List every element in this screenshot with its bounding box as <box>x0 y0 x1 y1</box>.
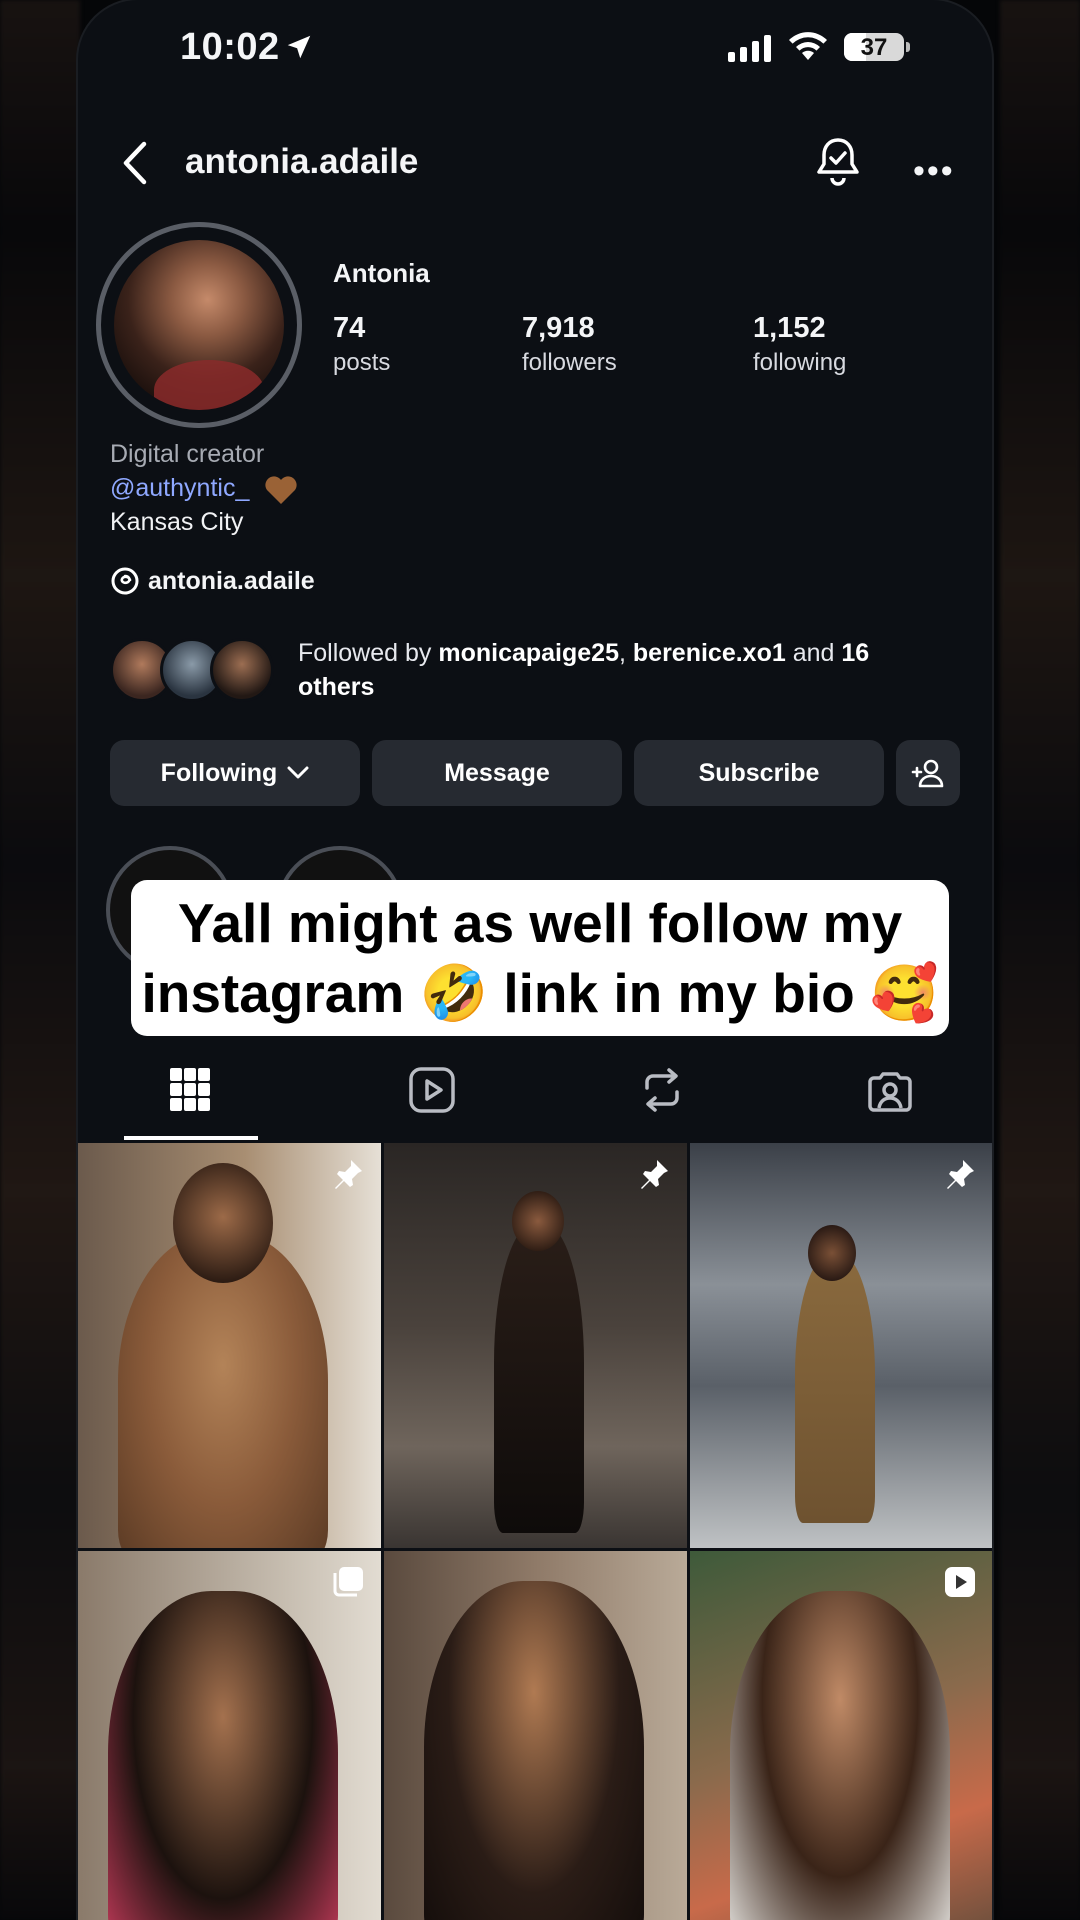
battery-tip <box>906 42 910 52</box>
bio-mention-link[interactable]: @authyntic_ <box>110 474 249 503</box>
threads-icon <box>111 567 139 595</box>
followed-and: and <box>785 639 842 667</box>
profile-tabs <box>78 1050 992 1142</box>
tab-reposts[interactable] <box>596 1066 728 1126</box>
wifi-icon <box>789 32 827 60</box>
add-person-button[interactable] <box>896 740 960 806</box>
stat-value: 74 <box>333 312 366 344</box>
back-icon[interactable] <box>116 140 156 186</box>
tab-posts-grid[interactable] <box>124 1066 256 1126</box>
grid-post[interactable] <box>690 1143 992 1548</box>
battery-indicator: 37 <box>844 33 904 61</box>
stat-label: posts <box>333 349 391 376</box>
profile-header: antonia.adaile ••• <box>78 130 992 196</box>
avatar <box>114 240 284 410</box>
followed-count: 16 <box>841 639 870 667</box>
followed-by-text: Followed by monicapaige25, berenice.xo1 … <box>298 636 938 704</box>
tab-reels[interactable] <box>366 1066 498 1126</box>
stat-value: 7,918 <box>522 312 595 344</box>
reel-play-icon <box>409 1067 455 1113</box>
subscribe-button[interactable]: Subscribe <box>634 740 884 806</box>
carousel-icon <box>333 1567 363 1597</box>
bio-category: Digital creator <box>110 440 265 468</box>
grid-post[interactable] <box>78 1143 381 1548</box>
stat-following[interactable]: 1,152 following <box>753 312 846 377</box>
repost-icon <box>645 1068 679 1112</box>
video-caption-overlay: Yall might as well follow my instagram 🤣… <box>131 880 949 1036</box>
display-name: Antonia <box>333 258 430 288</box>
followed-by-row[interactable]: Followed by monicapaige25, berenice.xo1 … <box>110 636 960 706</box>
reel-icon <box>945 1567 975 1597</box>
background-blur-right <box>1000 0 1080 1920</box>
status-time: 10:02 <box>180 26 280 68</box>
followed-user-1[interactable]: monicapaige25 <box>438 639 619 667</box>
stat-followers[interactable]: 7,918 followers <box>522 312 617 377</box>
grid-post[interactable] <box>384 1551 687 1920</box>
chevron-down-icon <box>287 766 309 779</box>
message-label: Message <box>444 758 550 787</box>
profile-avatar-ring[interactable] <box>96 222 302 428</box>
subscribe-label: Subscribe <box>698 758 820 787</box>
following-label: Following <box>160 758 278 787</box>
caption-line-2: instagram 🤣 link in my bio 🥰 <box>141 962 939 1024</box>
grid-post[interactable] <box>384 1143 687 1548</box>
signal-icon <box>728 34 771 62</box>
stat-label: followers <box>522 349 617 376</box>
pin-icon <box>641 1160 668 1189</box>
follower-avatar <box>210 638 274 702</box>
caption-line-1: Yall might as well follow my <box>177 892 903 954</box>
pin-icon <box>335 1160 362 1189</box>
profile-screen: 10:02 37 antonia.adaile ••• Antonia 74 p… <box>78 0 992 1920</box>
message-button[interactable]: Message <box>372 740 622 806</box>
profile-actions: Following Message Subscribe <box>110 740 960 806</box>
background-blur-left <box>0 0 80 1920</box>
grid-post[interactable] <box>690 1551 992 1920</box>
followed-user-2[interactable]: berenice.xo1 <box>633 639 786 667</box>
location-arrow-icon <box>287 35 311 59</box>
grid-post[interactable] <box>78 1551 381 1920</box>
battery-percent: 37 <box>860 34 888 61</box>
add-person-icon <box>911 759 944 788</box>
stat-posts[interactable]: 74 posts <box>333 312 390 377</box>
more-icon[interactable]: ••• <box>913 152 955 191</box>
followed-prefix: Followed by <box>298 639 439 667</box>
bio-location: Kansas City <box>110 508 244 536</box>
brown-heart-icon <box>265 476 297 504</box>
stat-value: 1,152 <box>753 312 826 344</box>
grid-icon <box>170 1068 210 1111</box>
following-button[interactable]: Following <box>110 740 360 806</box>
bell-check-icon[interactable] <box>813 134 863 190</box>
threads-handle: antonia.adaile <box>148 566 315 595</box>
tab-tagged[interactable] <box>824 1066 956 1126</box>
pin-icon <box>947 1160 974 1189</box>
active-tab-indicator <box>124 1136 258 1140</box>
profile-username: antonia.adaile <box>185 142 419 181</box>
stat-label: following <box>753 349 847 376</box>
threads-link[interactable]: antonia.adaile <box>110 566 315 596</box>
tagged-person-icon <box>868 1072 912 1112</box>
followed-sep: , <box>619 639 633 667</box>
status-bar: 10:02 37 <box>78 0 992 100</box>
followed-suffix: others <box>298 673 375 701</box>
